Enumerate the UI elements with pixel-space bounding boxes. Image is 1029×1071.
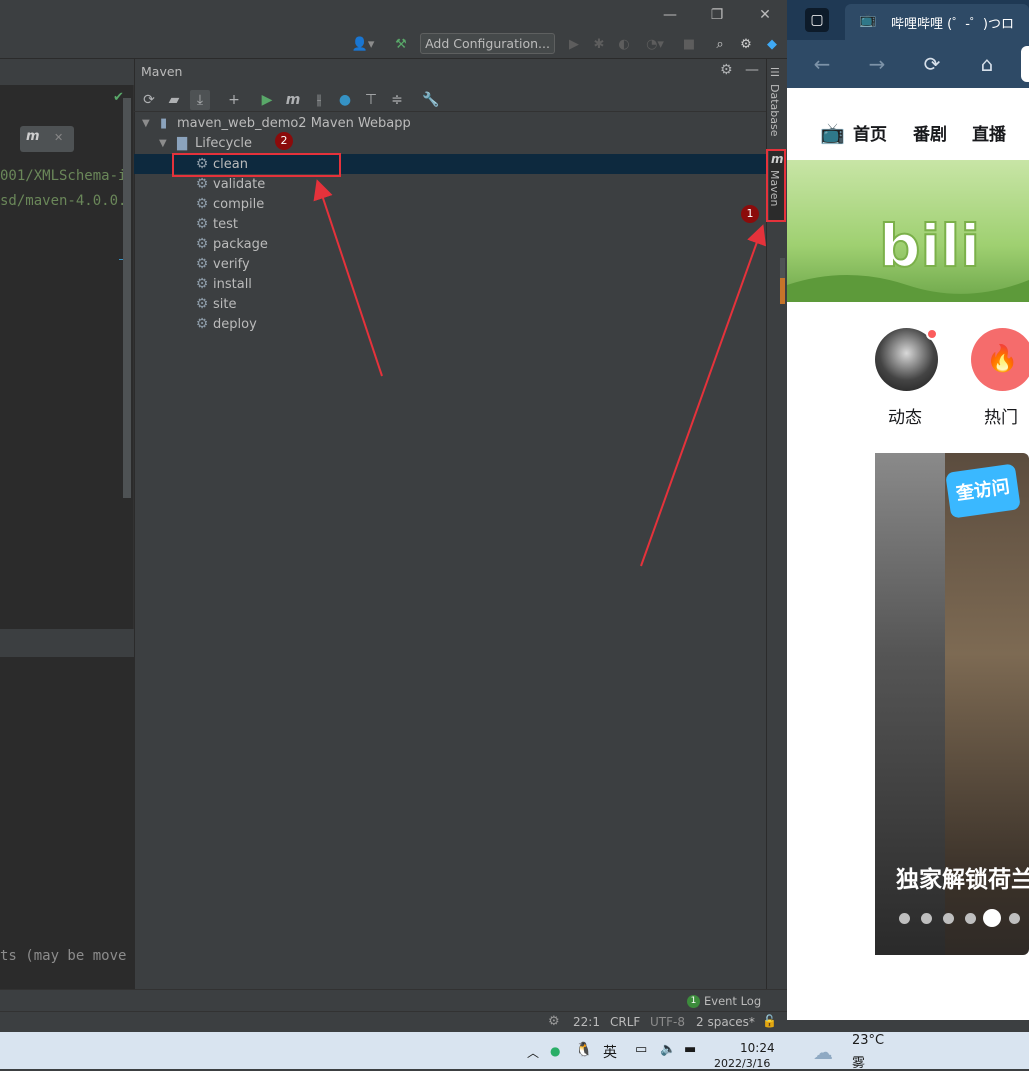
- weather-condition[interactable]: 雾: [852, 1052, 865, 1071]
- ime-indicator[interactable]: 英: [603, 1042, 617, 1062]
- wechat-icon[interactable]: ●: [550, 1044, 560, 1058]
- clock-date[interactable]: 2022/3/16: [714, 1057, 770, 1070]
- annotation-arrows: [313, 179, 767, 567]
- qq-penguin-icon[interactable]: 🐧: [575, 1042, 592, 1058]
- battery-icon[interactable]: ▬: [684, 1042, 696, 1057]
- clock-time[interactable]: 10:24: [740, 1041, 775, 1055]
- cloud-weather-icon[interactable]: ☁: [813, 1040, 833, 1064]
- weather-temperature[interactable]: 23°C: [852, 1033, 884, 1048]
- volume-icon[interactable]: 🔈: [660, 1042, 676, 1057]
- show-hidden-icons-chevron-icon[interactable]: ︿: [527, 1044, 539, 1061]
- network-icon[interactable]: ▭: [635, 1042, 647, 1057]
- windows-taskbar: ︿ ● 🐧 英 ▭ 🔈 ▬ 10:24 2022/3/16 ☁ 23°C 雾: [0, 1032, 1029, 1071]
